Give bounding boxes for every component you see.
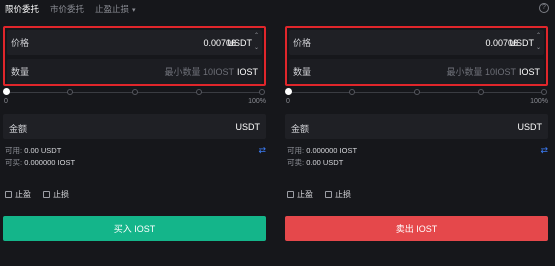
highlighted-inputs: 价格 0.00706 USDT ⌃ ⌄ 数量 最小数量 10IOST IOST [3, 26, 266, 86]
chevron-up-icon[interactable]: ⌃ [535, 32, 542, 41]
highlighted-inputs: 价格 0.00706 USDT ⌃ ⌄ 数量 最小数量 10IOST IOST [285, 26, 548, 86]
sell-amount-field[interactable]: 金额 USDT [285, 114, 548, 139]
checkbox-box[interactable] [287, 191, 294, 198]
take-profit-label: 止盈 [15, 190, 31, 199]
slider-max-label: 100% [530, 98, 548, 105]
slider-step-25[interactable] [349, 89, 355, 95]
tab-market-order[interactable]: 市价委托 [50, 3, 84, 15]
chevron-down-icon[interactable]: ⌄ [253, 44, 260, 53]
transfer-icon[interactable]: ⇄ [540, 145, 548, 156]
trade-panel: 限价委托 市价委托 止盈止损 ▾ ? 价格 0.00706 USDT ⌃ ⌄ 数量… [0, 0, 555, 266]
take-profit-checkbox[interactable]: 止盈 [287, 189, 313, 200]
buy-quantity-field[interactable]: 数量 最小数量 10IOST IOST [7, 59, 262, 84]
quantity-unit: IOST [236, 66, 258, 77]
sell-button[interactable]: 卖出 IOST [285, 216, 548, 241]
slider-max-label: 100% [248, 98, 266, 105]
stop-loss-label: 止损 [335, 190, 351, 199]
checkbox-box[interactable] [43, 191, 50, 198]
can-sell-label: 可卖: [287, 158, 305, 167]
can-sell: 可卖: 0.00 USDT [287, 157, 343, 168]
tab-stop-order-label: 止盈止损 [95, 3, 130, 14]
price-unit: USDT [227, 37, 253, 48]
slider-step-25[interactable] [67, 89, 73, 95]
buy-price-field[interactable]: 价格 0.00706 USDT ⌃ ⌄ [7, 30, 262, 55]
take-profit-label: 止盈 [297, 190, 313, 199]
can-buy-label: 可买: [5, 158, 23, 167]
can-buy: 可买: 0.000000 IOST [5, 157, 75, 168]
price-unit: USDT [509, 37, 535, 48]
tab-stop-order[interactable]: 止盈止损 ▾ [95, 3, 136, 15]
buy-amount-field[interactable]: 金额 USDT [3, 114, 266, 139]
buy-form: 价格 0.00706 USDT ⌃ ⌄ 数量 最小数量 10IOST IOST … [3, 26, 266, 266]
price-label: 价格 [293, 38, 312, 48]
amount-unit: USDT [235, 122, 261, 132]
sell-quantity-field[interactable]: 数量 最小数量 10IOST IOST [289, 59, 544, 84]
amount-label: 金额 [291, 124, 310, 134]
available-balance: 可用: 0.00 USDT [5, 145, 61, 156]
help-icon[interactable]: ? [539, 3, 549, 13]
slider-step-100[interactable] [259, 89, 265, 95]
amount-unit: USDT [517, 122, 543, 132]
sell-form: 价格 0.00706 USDT ⌃ ⌄ 数量 最小数量 10IOST IOST … [285, 26, 548, 266]
quantity-placeholder: 最小数量 10IOST [164, 67, 234, 77]
chevron-up-icon[interactable]: ⌃ [253, 32, 260, 41]
available-value: 0.000000 IOST [306, 146, 358, 155]
available-value: 0.00 USDT [24, 146, 62, 155]
checkbox-box[interactable] [5, 191, 12, 198]
transfer-icon[interactable]: ⇄ [258, 145, 266, 156]
stop-loss-label: 止损 [53, 190, 69, 199]
slider-step-50[interactable] [132, 89, 138, 95]
price-stepper[interactable]: ⌃ ⌄ [535, 32, 542, 53]
available-label: 可用: [287, 146, 305, 155]
quantity-label: 数量 [11, 67, 30, 77]
slider-min-label: 0 [4, 98, 8, 105]
available-label: 可用: [5, 146, 23, 155]
stop-loss-checkbox[interactable]: 止损 [325, 189, 351, 200]
slider-min-label: 0 [286, 98, 290, 105]
slider-step-75[interactable] [478, 89, 484, 95]
buy-button[interactable]: 买入 IOST [3, 216, 266, 241]
chevron-down-icon: ▾ [132, 6, 136, 14]
take-profit-checkbox[interactable]: 止盈 [5, 189, 31, 200]
slider-handle[interactable] [285, 88, 292, 95]
sell-price-field[interactable]: 价格 0.00706 USDT ⌃ ⌄ [289, 30, 544, 55]
slider-step-100[interactable] [541, 89, 547, 95]
sell-tp-sl: 止盈 止损 [287, 189, 363, 200]
checkbox-box[interactable] [325, 191, 332, 198]
price-stepper[interactable]: ⌃ ⌄ [253, 32, 260, 53]
slider-step-50[interactable] [414, 89, 420, 95]
tab-limit-order[interactable]: 限价委托 [5, 3, 39, 15]
price-label: 价格 [11, 38, 30, 48]
order-type-tabs: 限价委托 市价委托 止盈止损 ▾ ? [0, 0, 555, 17]
quantity-placeholder: 最小数量 10IOST [446, 67, 516, 77]
quantity-unit: IOST [518, 66, 540, 77]
quantity-label: 数量 [293, 67, 312, 77]
available-balance: 可用: 0.000000 IOST [287, 145, 357, 156]
slider-handle[interactable] [3, 88, 10, 95]
buy-percent-slider[interactable]: 0 100% [3, 88, 266, 109]
can-buy-value: 0.000000 IOST [24, 158, 76, 167]
slider-step-75[interactable] [196, 89, 202, 95]
chevron-down-icon[interactable]: ⌄ [535, 44, 542, 53]
stop-loss-checkbox[interactable]: 止损 [43, 189, 69, 200]
buy-tp-sl: 止盈 止损 [5, 189, 81, 200]
amount-label: 金额 [9, 124, 28, 134]
sell-percent-slider[interactable]: 0 100% [285, 88, 548, 109]
can-sell-value: 0.00 USDT [306, 158, 344, 167]
